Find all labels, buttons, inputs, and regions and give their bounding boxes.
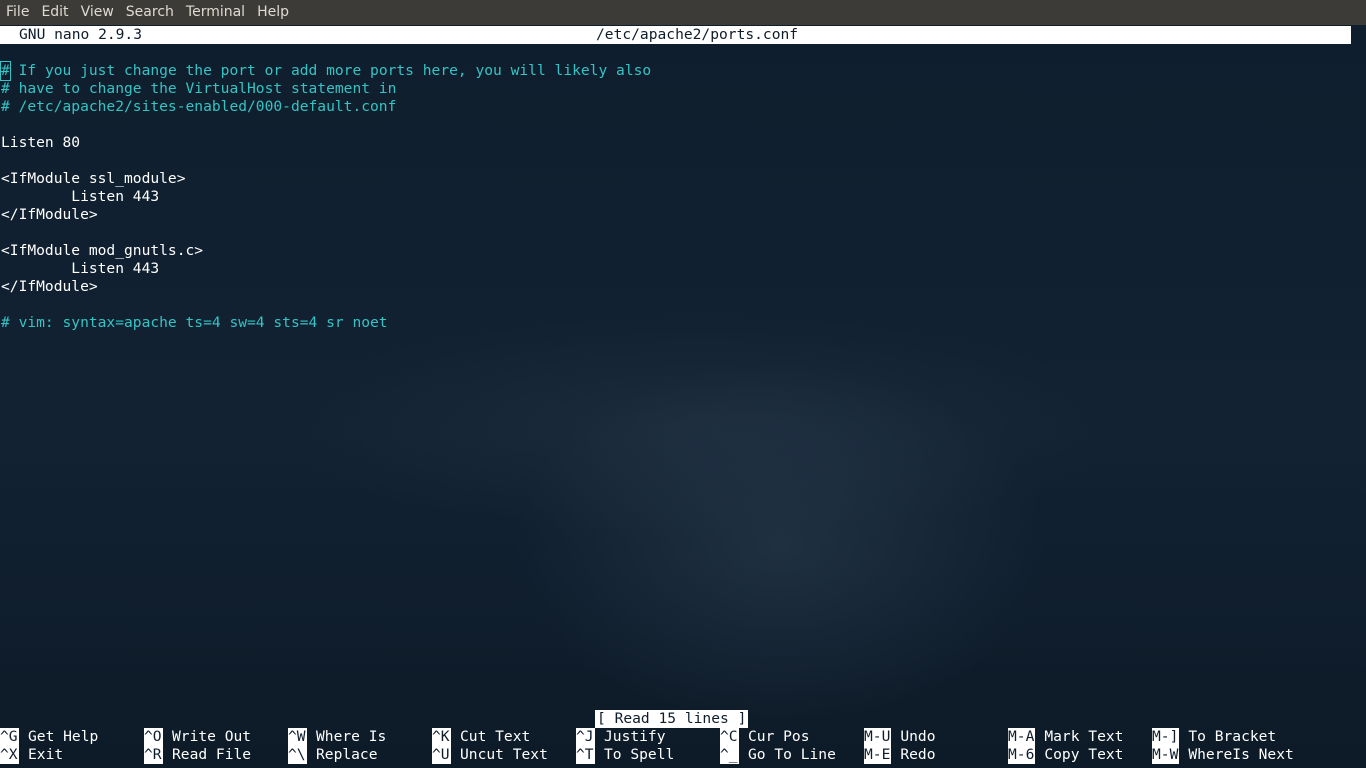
editor-line[interactable] bbox=[1, 296, 1341, 314]
menu-search[interactable]: Search bbox=[120, 0, 180, 25]
editor-line[interactable]: Listen 443 bbox=[1, 260, 1341, 278]
editor-line[interactable]: </IfModule> bbox=[1, 278, 1341, 296]
shortcut-key: M-6 bbox=[1008, 746, 1036, 764]
editor-line[interactable] bbox=[1, 116, 1341, 134]
nano-title-bar: GNU nano 2.9.3 /etc/apache2/ports.conf bbox=[0, 26, 1351, 44]
shortcut-label: Mark Text bbox=[1044, 728, 1124, 745]
shortcut-label: Undo bbox=[900, 728, 936, 745]
shortcut-key: ^C bbox=[720, 728, 739, 746]
menu-view[interactable]: View bbox=[75, 0, 120, 25]
editor-line[interactable]: # /etc/apache2/sites-enabled/000-default… bbox=[1, 98, 1341, 116]
editor-line[interactable] bbox=[1, 152, 1341, 170]
shortcut-label: Read File bbox=[172, 746, 252, 763]
shortcut-label: Replace bbox=[316, 746, 378, 763]
shortcut-key: ^W bbox=[288, 728, 307, 746]
shortcut-key: ^O bbox=[144, 728, 163, 746]
editor-line[interactable]: # If you just change the port or add mor… bbox=[0, 61, 1341, 81]
shortcut-label: WhereIs Next bbox=[1188, 746, 1294, 763]
shortcut-label: Exit bbox=[28, 746, 64, 763]
shortcut-replace[interactable]: ^\ Replace bbox=[288, 746, 378, 764]
shortcut-write-out[interactable]: ^O Write Out bbox=[144, 728, 251, 746]
editor-line[interactable]: <IfModule mod_gnutls.c> bbox=[1, 242, 1341, 260]
menu-file[interactable]: File bbox=[0, 0, 35, 25]
editor-line[interactable]: # have to change the VirtualHost stateme… bbox=[1, 80, 1341, 98]
shortcut-key: ^R bbox=[144, 746, 163, 764]
shortcut-label: Cur Pos bbox=[748, 728, 810, 745]
shortcut-label: Copy Text bbox=[1044, 746, 1124, 763]
shortcut-uncut-text[interactable]: ^U Uncut Text bbox=[432, 746, 548, 764]
editor-line[interactable]: # vim: syntax=apache ts=4 sw=4 sts=4 sr … bbox=[1, 314, 1341, 332]
shortcut-key: ^\ bbox=[288, 746, 307, 764]
shortcut-label: To Spell bbox=[604, 746, 675, 763]
shortcut-key: ^K bbox=[432, 728, 451, 746]
editor-line[interactable]: </IfModule> bbox=[1, 206, 1341, 224]
nano-version: GNU nano 2.9.3 bbox=[19, 26, 143, 43]
shortcut-label: Get Help bbox=[28, 728, 99, 745]
shortcut-go-to-line[interactable]: ^_ Go To Line bbox=[720, 746, 836, 764]
shortcut-cut-text[interactable]: ^K Cut Text bbox=[432, 728, 530, 746]
shortcut-key: ^_ bbox=[720, 746, 739, 764]
shortcut-label: Justify bbox=[604, 728, 666, 745]
shortcut-whereis-next[interactable]: M-W WhereIs Next bbox=[1152, 746, 1294, 764]
editor-line[interactable]: Listen 443 bbox=[1, 188, 1341, 206]
shortcut-key: M-E bbox=[864, 746, 892, 764]
shortcut-label: Go To Line bbox=[748, 746, 836, 763]
shortcut-mark-text[interactable]: M-A Mark Text bbox=[1008, 728, 1123, 746]
shortcut-redo[interactable]: M-E Redo bbox=[864, 746, 936, 764]
shortcut-label: Uncut Text bbox=[460, 746, 548, 763]
nano-shortcut-bar: ^G Get Help ^O Write Out ^W Where Is ^K Cut Tex… bbox=[0, 728, 1366, 764]
shortcut-where-is[interactable]: ^W Where Is bbox=[288, 728, 386, 746]
editor-line-text: If you just change the port or add more … bbox=[9, 62, 652, 79]
terminal-area[interactable]: GNU nano 2.9.3 /etc/apache2/ports.conf #… bbox=[0, 25, 1366, 768]
shortcut-label: Redo bbox=[900, 746, 936, 763]
shortcut-key: M-W bbox=[1152, 746, 1180, 764]
shortcut-justify[interactable]: ^J Justify bbox=[576, 728, 666, 746]
nano-filename: /etc/apache2/ports.conf bbox=[596, 26, 799, 43]
menu-help[interactable]: Help bbox=[251, 0, 295, 25]
shortcut-key: M-] bbox=[1152, 728, 1180, 746]
shortcut-copy-text[interactable]: M-6 Copy Text bbox=[1008, 746, 1123, 764]
nano-edit-area[interactable]: # If you just change the port or add mor… bbox=[0, 61, 1341, 332]
shortcut-to-spell[interactable]: ^T To Spell bbox=[576, 746, 674, 764]
shortcut-key: ^J bbox=[576, 728, 595, 746]
menu-edit[interactable]: Edit bbox=[35, 0, 74, 25]
shortcut-cur-pos[interactable]: ^C Cur Pos bbox=[720, 728, 810, 746]
shortcut-exit[interactable]: ^X Exit bbox=[0, 746, 63, 764]
shortcut-read-file[interactable]: ^R Read File bbox=[144, 746, 251, 764]
text-cursor: # bbox=[0, 61, 11, 81]
nano-status-message: [ Read 15 lines ] bbox=[595, 710, 749, 728]
shortcut-undo[interactable]: M-U Undo bbox=[864, 728, 936, 746]
shortcut-label: Where Is bbox=[316, 728, 387, 745]
shortcut-label: Cut Text bbox=[460, 728, 531, 745]
terminal-menubar: File Edit View Search Terminal Help bbox=[0, 0, 1366, 25]
shortcut-key: ^X bbox=[0, 746, 19, 764]
editor-line[interactable]: Listen 80 bbox=[1, 134, 1341, 152]
editor-line[interactable]: <IfModule ssl_module> bbox=[1, 170, 1341, 188]
shortcut-key: M-U bbox=[864, 728, 892, 746]
shortcut-key: ^U bbox=[432, 746, 451, 764]
shortcut-key: ^T bbox=[576, 746, 595, 764]
shortcut-get-help[interactable]: ^G Get Help bbox=[0, 728, 98, 746]
shortcut-label: To Bracket bbox=[1188, 728, 1277, 745]
shortcut-key: ^G bbox=[0, 728, 19, 746]
editor-line[interactable] bbox=[1, 224, 1341, 242]
shortcut-key: M-A bbox=[1008, 728, 1036, 746]
shortcut-label: Write Out bbox=[172, 728, 252, 745]
shortcut-to-bracket[interactable]: M-] To Bracket bbox=[1152, 728, 1276, 746]
menu-terminal[interactable]: Terminal bbox=[180, 0, 251, 25]
